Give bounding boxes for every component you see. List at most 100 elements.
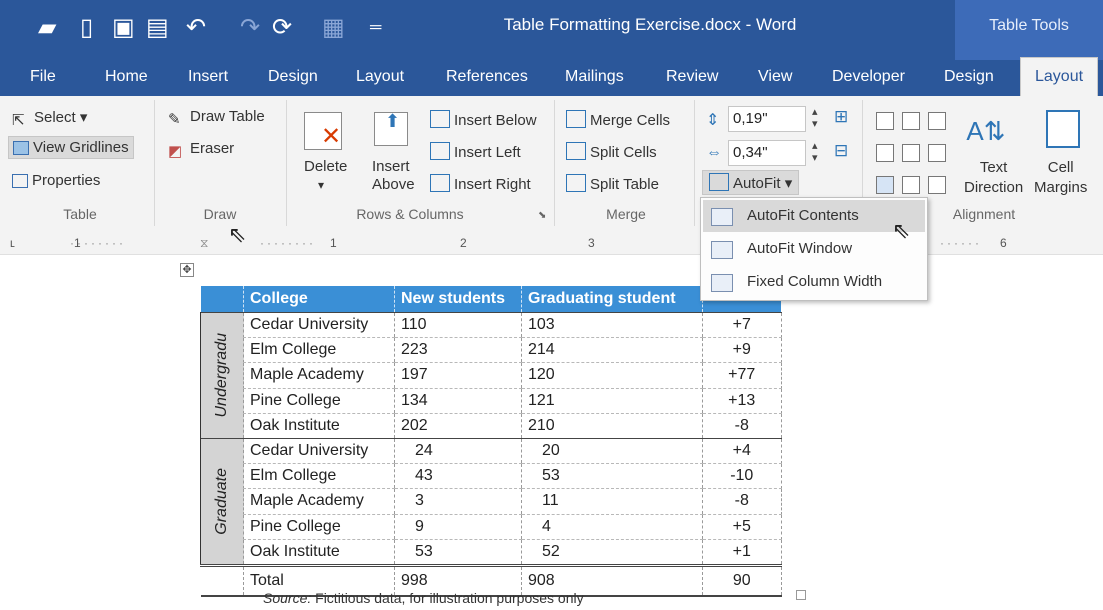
tab-file[interactable]: File	[30, 60, 56, 96]
tab-insert[interactable]: Insert	[188, 60, 228, 96]
new-students-cell[interactable]: 9	[394, 514, 522, 540]
college-cell[interactable]: Cedar University	[243, 437, 395, 465]
tab-references[interactable]: References	[446, 60, 528, 96]
tab-review[interactable]: Review	[666, 60, 718, 96]
difference-cell[interactable]: +1	[702, 539, 782, 566]
properties-button[interactable]: Properties	[12, 172, 100, 189]
split-cells-button[interactable]: Split Cells	[566, 142, 657, 161]
insert-right-button[interactable]: Insert Right	[430, 174, 531, 193]
new-students-cell[interactable]: 3	[394, 488, 522, 515]
save-as-icon[interactable]: ▤	[146, 14, 169, 42]
insert-below-button[interactable]: Insert Below	[430, 110, 537, 129]
difference-cell[interactable]: +13	[702, 388, 782, 414]
insert-left-button[interactable]: Insert Left	[430, 142, 521, 161]
row-height-spinner[interactable]: ▴ ▾	[812, 106, 818, 130]
align-middle-right-icon[interactable]	[928, 144, 946, 162]
tab-selector-icon[interactable]: ʟ	[10, 232, 15, 254]
tab-mailings[interactable]: Mailings	[565, 60, 624, 96]
graduating-cell[interactable]: 4	[521, 514, 703, 540]
cell-margins-button[interactable]: Cell Margins	[1034, 158, 1087, 198]
clipboard-icon[interactable]: ▦	[322, 14, 345, 42]
tab-developer[interactable]: Developer	[832, 60, 905, 96]
difference-cell[interactable]: -8	[702, 413, 782, 439]
new-students-cell[interactable]: 24	[394, 437, 522, 465]
difference-cell[interactable]: +7	[702, 311, 782, 339]
total-diff[interactable]: 90	[702, 563, 782, 597]
align-top-right-icon[interactable]	[928, 112, 946, 130]
indent-marker-icon[interactable]: ⧖	[200, 232, 208, 254]
eraser-button[interactable]: ◩ Eraser	[168, 140, 234, 160]
new-students-cell[interactable]: 197	[394, 362, 522, 389]
graduating-cell[interactable]: 52	[521, 539, 703, 566]
tab-layout[interactable]: Layout	[356, 60, 404, 96]
distribute-columns-icon[interactable]: ⊟	[834, 141, 848, 161]
graduating-cell[interactable]: 214	[521, 337, 703, 364]
open-folder-icon[interactable]: ▰	[38, 14, 56, 42]
touch-mode-icon[interactable]: ⟳	[272, 14, 292, 42]
tab-home[interactable]: Home	[105, 60, 148, 96]
graduating-cell[interactable]: 20	[521, 437, 703, 465]
save-icon[interactable]: ▣	[112, 14, 135, 42]
difference-cell[interactable]: +9	[702, 337, 782, 364]
view-gridlines-button[interactable]: View Gridlines	[8, 136, 134, 159]
new-students-cell[interactable]: 202	[394, 413, 522, 439]
align-top-center-icon[interactable]	[902, 112, 920, 130]
college-cell[interactable]: Elm College	[243, 337, 395, 364]
college-cell[interactable]: Oak Institute	[243, 413, 395, 439]
autofit-button[interactable]: AutoFit ▾	[702, 170, 800, 195]
difference-cell[interactable]: +77	[702, 362, 782, 389]
column-width-input[interactable]: 0,34"	[728, 140, 806, 166]
menu-item-fixed-column-width[interactable]: Fixed Column Width	[703, 266, 925, 298]
insert-above-button[interactable]: Insert Above	[372, 158, 415, 194]
horizontal-ruler[interactable]: ʟ ········ 1 ⧖ ········ 1 2 3 ······ 6	[0, 232, 1103, 255]
difference-cell[interactable]: -10	[702, 463, 782, 490]
align-bottom-right-icon[interactable]	[928, 176, 946, 194]
college-cell[interactable]: Pine College	[243, 514, 395, 540]
graduating-cell[interactable]: 103	[521, 311, 703, 339]
college-cell[interactable]: Elm College	[243, 463, 395, 490]
undo-icon[interactable]: ↶	[186, 14, 206, 42]
redo-icon[interactable]: ↷	[240, 14, 260, 42]
college-cell[interactable]: Maple Academy	[243, 488, 395, 515]
group-label-cell[interactable]: Graduate	[200, 437, 244, 566]
graduating-cell[interactable]: 120	[521, 362, 703, 389]
customize-qat-icon[interactable]: ═	[370, 14, 381, 42]
distribute-rows-icon[interactable]: ⊞	[834, 107, 848, 127]
align-top-left-icon[interactable]	[876, 112, 894, 130]
tab-table-design[interactable]: Design	[944, 60, 994, 96]
tab-table-layout[interactable]: Layout	[1020, 57, 1099, 98]
table-resize-handle-icon[interactable]	[796, 590, 806, 600]
new-students-cell[interactable]: 53	[394, 539, 522, 566]
difference-cell[interactable]: +5	[702, 514, 782, 540]
header-new-students[interactable]: New students	[394, 286, 522, 313]
dialog-launcher-icon[interactable]: ⬊	[538, 210, 546, 221]
new-students-cell[interactable]: 110	[394, 311, 522, 339]
split-table-button[interactable]: Split Table	[566, 174, 659, 193]
graduating-cell[interactable]: 11	[521, 488, 703, 515]
delete-button[interactable]: Delete	[304, 158, 347, 175]
college-cell[interactable]: Cedar University	[243, 311, 395, 339]
graduating-cell[interactable]: 53	[521, 463, 703, 490]
new-students-cell[interactable]: 223	[394, 337, 522, 364]
college-cell[interactable]: Oak Institute	[243, 539, 395, 566]
tab-view[interactable]: View	[758, 60, 792, 96]
difference-cell[interactable]: +4	[702, 437, 782, 465]
delete-dropdown-arrow[interactable]: ▾	[318, 178, 324, 192]
table-move-handle-icon[interactable]: ✥	[180, 263, 194, 277]
college-cell[interactable]: Pine College	[243, 388, 395, 414]
graduating-cell[interactable]: 210	[521, 413, 703, 439]
difference-cell[interactable]: -8	[702, 488, 782, 515]
merge-cells-button[interactable]: Merge Cells	[566, 110, 670, 129]
select-button[interactable]: ⇱ Select ▾	[12, 108, 87, 129]
column-width-spinner[interactable]: ▴ ▾	[812, 140, 818, 164]
align-middle-left-icon[interactable]	[876, 144, 894, 162]
row-height-input[interactable]: 0,19"	[728, 106, 806, 132]
new-students-cell[interactable]: 134	[394, 388, 522, 414]
new-document-icon[interactable]: ▯	[80, 14, 93, 42]
align-middle-center-icon[interactable]	[902, 144, 920, 162]
group-label-cell[interactable]: Undergradu	[200, 312, 244, 439]
header-graduating-students[interactable]: Graduating student	[521, 286, 703, 313]
college-cell[interactable]: Maple Academy	[243, 362, 395, 389]
header-college[interactable]: College	[243, 286, 395, 313]
new-students-cell[interactable]: 43	[394, 463, 522, 490]
